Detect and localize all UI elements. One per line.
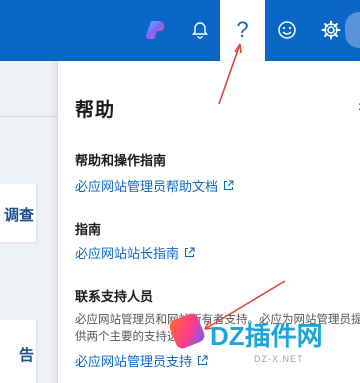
help-docs-link[interactable]: 必应网站管理员帮助文档: [75, 176, 234, 195]
section-title-contact-support: 联系支持人员: [75, 289, 154, 304]
guidelines-link-label: 必应网站站长指南: [75, 246, 180, 261]
left-card-label: 调查: [3, 207, 34, 224]
help-button[interactable]: ?: [220, 0, 265, 61]
avatar[interactable]: [345, 12, 360, 48]
support-link[interactable]: 必应网站管理员支持: [75, 351, 208, 370]
left-card-label: 告: [18, 347, 34, 364]
external-link-icon: [184, 247, 195, 258]
top-navigation-bar: ?: [0, 0, 360, 61]
external-link-icon: [197, 355, 208, 366]
left-divider: [0, 116, 57, 117]
bell-icon[interactable]: [186, 16, 214, 44]
panel-title: 帮助: [75, 100, 116, 121]
left-card-survey[interactable]: 调查: [0, 184, 37, 242]
external-link-icon: [223, 180, 234, 191]
help-panel: 帮助 × 帮助和操作指南 必应网站管理员帮助文档 指南 必应网站站长指南 联系支…: [57, 61, 360, 383]
smiley-icon[interactable]: [273, 16, 301, 44]
guidelines-link[interactable]: 必应网站站长指南: [75, 243, 195, 262]
gear-icon[interactable]: [317, 16, 345, 44]
support-link-label: 必应网站管理员支持: [75, 354, 193, 369]
left-card-report[interactable]: 告: [0, 320, 37, 383]
copilot-icon[interactable]: [142, 16, 170, 44]
question-icon: ?: [236, 17, 249, 42]
section-title-guidelines: 指南: [75, 222, 102, 237]
section-title-help-guides: 帮助和操作指南: [75, 153, 167, 168]
help-docs-link-label: 必应网站管理员帮助文档: [75, 179, 219, 194]
support-description: 必应网站管理员和网站所有者支持。必应为网站管理员提供两个主要的支持选项。: [75, 314, 360, 343]
